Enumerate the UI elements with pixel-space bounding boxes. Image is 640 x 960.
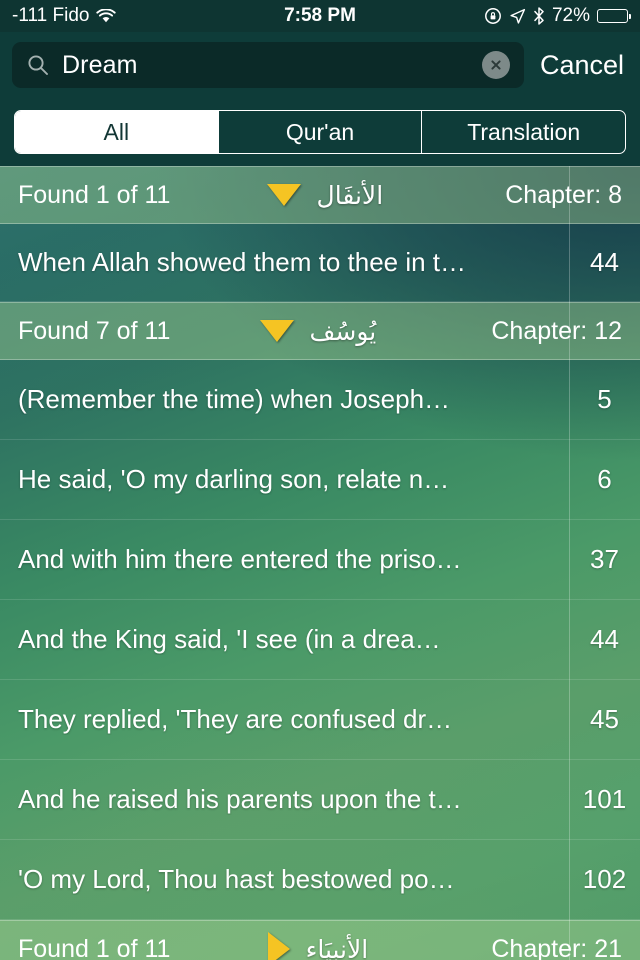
battery-percent-label: 72%: [551, 5, 590, 26]
scope-tab-all[interactable]: All: [15, 111, 218, 153]
wifi-icon: [96, 8, 117, 24]
bluetooth-icon: [533, 7, 545, 25]
location-arrow-icon: [509, 8, 526, 25]
result-row-verse-number: 5: [597, 384, 612, 414]
scope-tab-qur-an[interactable]: Qur'an: [217, 111, 422, 153]
section-header[interactable]: Found 7 of 11 يُوسُف Chapter: 12: [0, 302, 640, 360]
result-row-verse-number: 102: [582, 864, 627, 894]
result-row-verse-number: 45: [590, 704, 619, 734]
surah-name-arabic: يُوسُف: [309, 316, 377, 346]
scope-segmented-control[interactable]: All Qur'an Translation: [14, 110, 626, 154]
result-row-text: When Allah showed them to thee in t…: [18, 247, 467, 277]
result-row[interactable]: And with him there entered the priso… 37: [0, 520, 640, 600]
result-row-verse-number: 44: [590, 624, 619, 654]
search-results-list[interactable]: Found 1 of 11 الأنفَال Chapter: 8 When Alla…: [0, 166, 640, 960]
search-input[interactable]: Dream: [12, 42, 524, 88]
section-chapter-label: Chapter: 21: [491, 934, 622, 960]
result-row[interactable]: He said, 'O my darling son, relate n… 6: [0, 440, 640, 520]
section-chapter-label: Chapter: 12: [491, 316, 622, 345]
section-header-middle: الأنفَال: [144, 181, 505, 210]
result-row[interactable]: They replied, 'They are confused dr… 45: [0, 680, 640, 760]
clear-circle-icon[interactable]: [481, 51, 510, 79]
result-row-text: They replied, 'They are confused dr…: [18, 704, 453, 734]
search-input-value[interactable]: Dream: [62, 51, 470, 80]
result-row-text: And the King said, 'I see (in a drea…: [18, 624, 441, 654]
search-icon: [26, 53, 50, 77]
result-row-text: He said, 'O my darling son, relate n…: [18, 464, 450, 494]
result-row-text: And with him there entered the priso…: [18, 544, 462, 574]
scope-tab-translation[interactable]: Translation: [421, 111, 625, 153]
surah-name-arabic: الأنبيَاء: [305, 934, 369, 960]
carrier-label: -111 Fido: [12, 5, 90, 26]
result-row-verse-number: 44: [590, 247, 619, 277]
result-row[interactable]: (Remember the time) when Joseph… 5: [0, 360, 640, 440]
cancel-button[interactable]: Cancel: [534, 50, 628, 81]
section-chapter-label: Chapter: 8: [505, 180, 622, 209]
result-row-verse-number: 6: [597, 464, 612, 494]
clock-label: 7:58 PM: [284, 5, 356, 26]
result-row-text: And he raised his parents upon the t…: [18, 784, 462, 814]
surah-name-arabic: الأنفَال: [316, 180, 384, 210]
section-header-middle: الأنبيَاء: [144, 932, 491, 960]
section-header-middle: يُوسُف: [144, 317, 491, 346]
battery-icon: [597, 9, 632, 23]
result-row[interactable]: When Allah showed them to thee in t… 44: [0, 224, 640, 302]
app-root: -111 Fido 7:58 PM 72% Dream Cancel All Q…: [0, 0, 640, 960]
triangle-right-icon[interactable]: [267, 932, 290, 960]
rotation-lock-icon: [484, 7, 502, 25]
status-bar: -111 Fido 7:58 PM 72%: [0, 0, 640, 32]
result-row[interactable]: 'O my Lord, Thou hast bestowed po… 102: [0, 840, 640, 920]
triangle-down-icon[interactable]: [259, 320, 294, 342]
result-row-text: (Remember the time) when Joseph…: [18, 384, 451, 414]
status-bar-right: 72%: [484, 5, 632, 27]
section-header[interactable]: Found 1 of 11 الأنبيَاء Chapter: 21: [0, 920, 640, 960]
scope-bar: All Qur'an Translation: [0, 98, 640, 166]
status-bar-left: -111 Fido: [12, 5, 117, 27]
result-row-verse-number: 101: [582, 784, 627, 814]
search-bar: Dream Cancel: [0, 32, 640, 98]
result-row-verse-number: 37: [590, 544, 619, 574]
result-row[interactable]: And the King said, 'I see (in a drea… 44: [0, 600, 640, 680]
section-header[interactable]: Found 1 of 11 الأنفَال Chapter: 8: [0, 166, 640, 224]
triangle-down-icon[interactable]: [266, 184, 301, 206]
result-row-text: 'O my Lord, Thou hast bestowed po…: [18, 864, 455, 894]
result-row[interactable]: And he raised his parents upon the t… 101: [0, 760, 640, 840]
